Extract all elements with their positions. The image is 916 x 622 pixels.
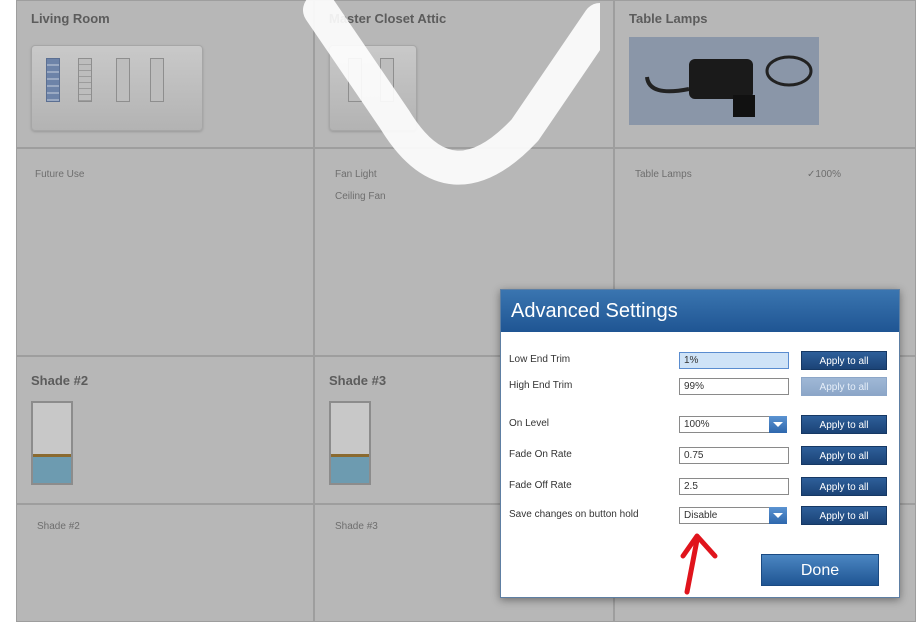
shade-card[interactable]: Shade #2 xyxy=(16,356,314,504)
fade-off-rate-input[interactable]: 2.5 xyxy=(679,478,789,495)
select-value: Disable xyxy=(684,510,718,521)
room-title: Master Closet Attic xyxy=(329,11,447,26)
setting-label: On Level xyxy=(509,418,550,429)
shade-image xyxy=(31,401,73,485)
load-item[interactable]: Ceiling Fan xyxy=(335,191,386,202)
apply-to-all-button[interactable]: Apply to all xyxy=(801,377,887,396)
room-card-living-room[interactable]: Living Room xyxy=(16,0,314,148)
setting-row-fade-off-rate: Fade Off Rate 2.5 Apply to all xyxy=(501,476,899,500)
fade-on-rate-input[interactable]: 0.75 xyxy=(679,447,789,464)
setting-label: Save changes on button hold xyxy=(509,509,639,520)
shade-title: Shade #2 xyxy=(31,373,89,388)
load-item[interactable]: Fan Light xyxy=(335,169,377,180)
apply-to-all-button[interactable]: Apply to all xyxy=(801,351,887,370)
red-arrow-annotation xyxy=(680,533,718,595)
setting-row-on-level: On Level 100% Apply to all xyxy=(501,414,899,438)
setting-row-high-end-trim: High End Trim 99% Apply to all xyxy=(501,376,899,400)
keypad-image xyxy=(329,45,417,131)
apply-to-all-button[interactable]: Apply to all xyxy=(801,506,887,525)
apply-to-all-button[interactable]: Apply to all xyxy=(801,446,887,465)
setting-label: Fade Off Rate xyxy=(509,480,572,491)
setting-label: Fade On Rate xyxy=(509,449,572,460)
room-load-list: Future Use xyxy=(16,148,314,356)
room-title: Table Lamps xyxy=(629,11,708,26)
setting-label: Low End Trim xyxy=(509,354,571,365)
high-end-trim-input[interactable]: 99% xyxy=(679,378,789,395)
done-button[interactable]: Done xyxy=(761,554,879,586)
setting-row-low-end-trim: Low End Trim 1% Apply to all xyxy=(501,350,899,374)
shade-title: Shade #3 xyxy=(329,373,387,388)
apply-to-all-button[interactable]: Apply to all xyxy=(801,477,887,496)
select-value: 100% xyxy=(684,419,710,430)
setting-row-fade-on-rate: Fade On Rate 0.75 Apply to all xyxy=(501,445,899,469)
chevron-down-icon[interactable] xyxy=(769,507,787,524)
keypad-image xyxy=(31,45,203,131)
lamp-module-image xyxy=(629,37,819,125)
shade-image xyxy=(329,401,371,485)
advanced-settings-dialog: Advanced Settings Low End Trim 1% Apply … xyxy=(500,289,900,598)
room-title: Living Room xyxy=(31,11,110,26)
apply-to-all-button[interactable]: Apply to all xyxy=(801,415,887,434)
load-item[interactable]: Table Lamps xyxy=(635,169,692,180)
dialog-title: Advanced Settings xyxy=(501,290,899,332)
save-on-hold-select[interactable]: Disable xyxy=(679,507,787,524)
load-item[interactable]: Future Use xyxy=(35,169,84,180)
room-card-master-closet-attic[interactable]: Master Closet Attic xyxy=(314,0,614,148)
chevron-down-icon[interactable] xyxy=(769,416,787,433)
load-item[interactable]: Shade #2 xyxy=(37,521,80,532)
room-card-table-lamps[interactable]: Table Lamps xyxy=(614,0,916,148)
load-item[interactable]: Shade #3 xyxy=(335,521,378,532)
low-end-trim-input[interactable]: 1% xyxy=(679,352,789,369)
shade-load-list: Shade #2 xyxy=(16,504,314,622)
load-level: ✓100% xyxy=(807,169,841,180)
setting-label: High End Trim xyxy=(509,380,573,391)
on-level-select[interactable]: 100% xyxy=(679,416,787,433)
